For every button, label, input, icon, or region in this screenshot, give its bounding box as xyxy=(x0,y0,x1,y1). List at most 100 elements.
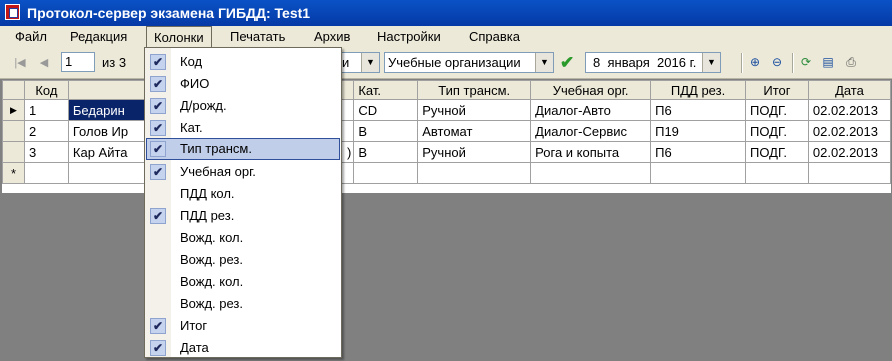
cell-transmission[interactable]: Ручной xyxy=(417,99,532,121)
cell-rules-result[interactable]: П6 xyxy=(650,99,746,121)
column-toggle-item[interactable]: Вожд. рез. xyxy=(146,293,340,315)
cell-transmission[interactable]: Автомат xyxy=(417,120,532,142)
column-toggle-label: Итог xyxy=(180,318,208,333)
checkmark-icon: ✔ xyxy=(150,141,166,157)
checkmark-icon: ✔ xyxy=(150,318,166,334)
chevron-down-icon[interactable]: ▼ xyxy=(535,53,553,72)
empty-cell[interactable] xyxy=(650,162,746,184)
cell-category[interactable]: B xyxy=(353,141,419,163)
column-toggle-item[interactable]: ✔ Д/рожд. xyxy=(146,95,340,117)
column-toggle-item[interactable]: ✔ Дата xyxy=(146,337,340,359)
zoom-out-icon[interactable]: ⊖ xyxy=(768,53,786,71)
data-grid: Код Кат. Тип трансм. Учебная орг. ПДД ре… xyxy=(2,80,892,193)
cell-total[interactable]: ПОДГ. xyxy=(744,141,809,163)
checkbox-empty xyxy=(150,274,166,290)
menu-edit[interactable]: Редакция xyxy=(63,26,134,48)
column-toggle-item[interactable]: Вожд. кол. xyxy=(146,271,340,293)
date-year: 2016 г. xyxy=(657,55,697,70)
grid-corner xyxy=(2,80,25,100)
column-header-date[interactable]: Дата xyxy=(807,80,892,100)
column-toggle-label: Д/рожд. xyxy=(180,98,227,113)
column-toggle-label: ПДД рез. xyxy=(180,208,235,223)
column-header-transmission[interactable]: Тип трансм. xyxy=(417,80,532,100)
chevron-down-icon[interactable]: ▼ xyxy=(702,53,720,72)
column-header-category[interactable]: Кат. xyxy=(353,80,419,100)
zoom-in-icon[interactable]: ⊕ xyxy=(746,53,764,71)
empty-cell[interactable] xyxy=(23,162,69,184)
cell-total[interactable]: ПОДГ. xyxy=(744,99,809,121)
column-toggle-item[interactable]: ✔ ПДД рез. xyxy=(146,205,340,227)
cell-rules-result[interactable]: П19 xyxy=(650,120,746,142)
checkmark-icon: ✔ xyxy=(150,164,166,180)
empty-cell[interactable] xyxy=(417,162,532,184)
menu-print[interactable]: Печатать xyxy=(223,26,292,48)
empty-cell[interactable] xyxy=(353,162,419,184)
menu-settings[interactable]: Настройки xyxy=(370,26,448,48)
new-row-marker[interactable]: * xyxy=(2,162,25,184)
column-toggle-item[interactable]: ✔ ФИО xyxy=(146,73,340,95)
cell-category[interactable]: CD xyxy=(353,99,419,121)
cell-school[interactable]: Рога и копыта xyxy=(530,141,652,163)
cell-code[interactable]: 1 xyxy=(23,99,69,121)
column-toggle-label: Вожд. рез. xyxy=(180,296,244,311)
toolbar: |◀ ◀ 1 из 3 и ▼ Учебные организации ▼ ✔ … xyxy=(0,48,892,79)
cell-code[interactable]: 2 xyxy=(23,120,69,142)
empty-cell[interactable] xyxy=(530,162,652,184)
first-record-icon[interactable]: |◀ xyxy=(12,55,28,71)
menu-help[interactable]: Справка xyxy=(462,26,527,48)
cell-date[interactable]: 02.02.2013 xyxy=(807,99,892,121)
print-preview-icon[interactable]: ▤ xyxy=(819,53,837,71)
menu-columns[interactable]: Колонки xyxy=(146,26,212,49)
row-header[interactable] xyxy=(2,141,25,163)
app-icon xyxy=(5,4,20,20)
checkbox-empty xyxy=(150,252,166,268)
table-row[interactable]: ▶ 1 Бедарин CD Ручной Диалог-Авто П6 ПОД… xyxy=(2,99,892,121)
cell-category[interactable]: B xyxy=(353,120,419,142)
apply-check-icon[interactable]: ✔ xyxy=(560,54,574,71)
column-toggle-item[interactable]: ✔ Код xyxy=(146,51,340,73)
current-row-indicator[interactable]: ▶ xyxy=(2,99,25,121)
empty-cell[interactable] xyxy=(744,162,809,184)
table-row[interactable]: 3 Кар Айта ) B Ручной Рога и копыта П6 П… xyxy=(2,141,892,163)
toolbar-separator xyxy=(741,53,743,73)
empty-cell[interactable] xyxy=(807,162,892,184)
column-toggle-item[interactable]: ✔ Кат. xyxy=(146,117,340,139)
checkmark-icon: ✔ xyxy=(150,76,166,92)
org-filter-combo[interactable]: Учебные организации ▼ xyxy=(384,52,554,73)
group-combo[interactable]: и ▼ xyxy=(338,52,380,73)
column-toggle-item[interactable]: Вожд. кол. xyxy=(146,227,340,249)
column-header-total[interactable]: Итог xyxy=(744,80,809,100)
print-icon[interactable]: ⎙ xyxy=(842,53,860,71)
column-header-code[interactable]: Код xyxy=(23,80,69,100)
new-record-row[interactable]: * xyxy=(2,162,892,184)
column-header-rules-result[interactable]: ПДД рез. xyxy=(650,80,746,100)
date-picker[interactable]: 8 января 2016 г. ▼ xyxy=(585,52,721,73)
cell-school[interactable]: Диалог-Сервис xyxy=(530,120,652,142)
prev-record-icon[interactable]: ◀ xyxy=(36,55,52,71)
column-toggle-item[interactable]: ✔ Тип трансм. xyxy=(146,138,340,160)
group-combo-value: и xyxy=(342,55,350,70)
checkmark-icon: ✔ xyxy=(150,54,166,70)
checkbox-empty xyxy=(150,296,166,312)
cell-code[interactable]: 3 xyxy=(23,141,69,163)
column-toggle-item[interactable]: Вожд. рез. xyxy=(146,249,340,271)
cell-date[interactable]: 02.02.2013 xyxy=(807,141,892,163)
table-row[interactable]: 2 Голов Ир B Автомат Диалог-Сервис П19 П… xyxy=(2,120,892,142)
cell-school[interactable]: Диалог-Авто xyxy=(530,99,652,121)
cell-date[interactable]: 02.02.2013 xyxy=(807,120,892,142)
column-toggle-item[interactable]: ПДД кол. xyxy=(146,183,340,205)
refresh-icon[interactable]: ⟳ xyxy=(797,53,815,71)
record-position-input[interactable]: 1 xyxy=(61,52,95,72)
chevron-down-icon[interactable]: ▼ xyxy=(361,53,379,72)
row-header[interactable] xyxy=(2,120,25,142)
column-header-school[interactable]: Учебная орг. xyxy=(530,80,652,100)
title-bar: Протокол-сервер экзамена ГИБДД: Test1 xyxy=(0,0,892,26)
checkmark-icon: ✔ xyxy=(150,208,166,224)
cell-total[interactable]: ПОДГ. xyxy=(744,120,809,142)
column-toggle-item[interactable]: ✔ Учебная орг. xyxy=(146,161,340,183)
cell-transmission[interactable]: Ручной xyxy=(417,141,532,163)
menu-archive[interactable]: Архив xyxy=(307,26,357,48)
column-toggle-item[interactable]: ✔ Итог xyxy=(146,315,340,337)
menu-file[interactable]: Файл xyxy=(8,26,54,48)
cell-rules-result[interactable]: П6 xyxy=(650,141,746,163)
